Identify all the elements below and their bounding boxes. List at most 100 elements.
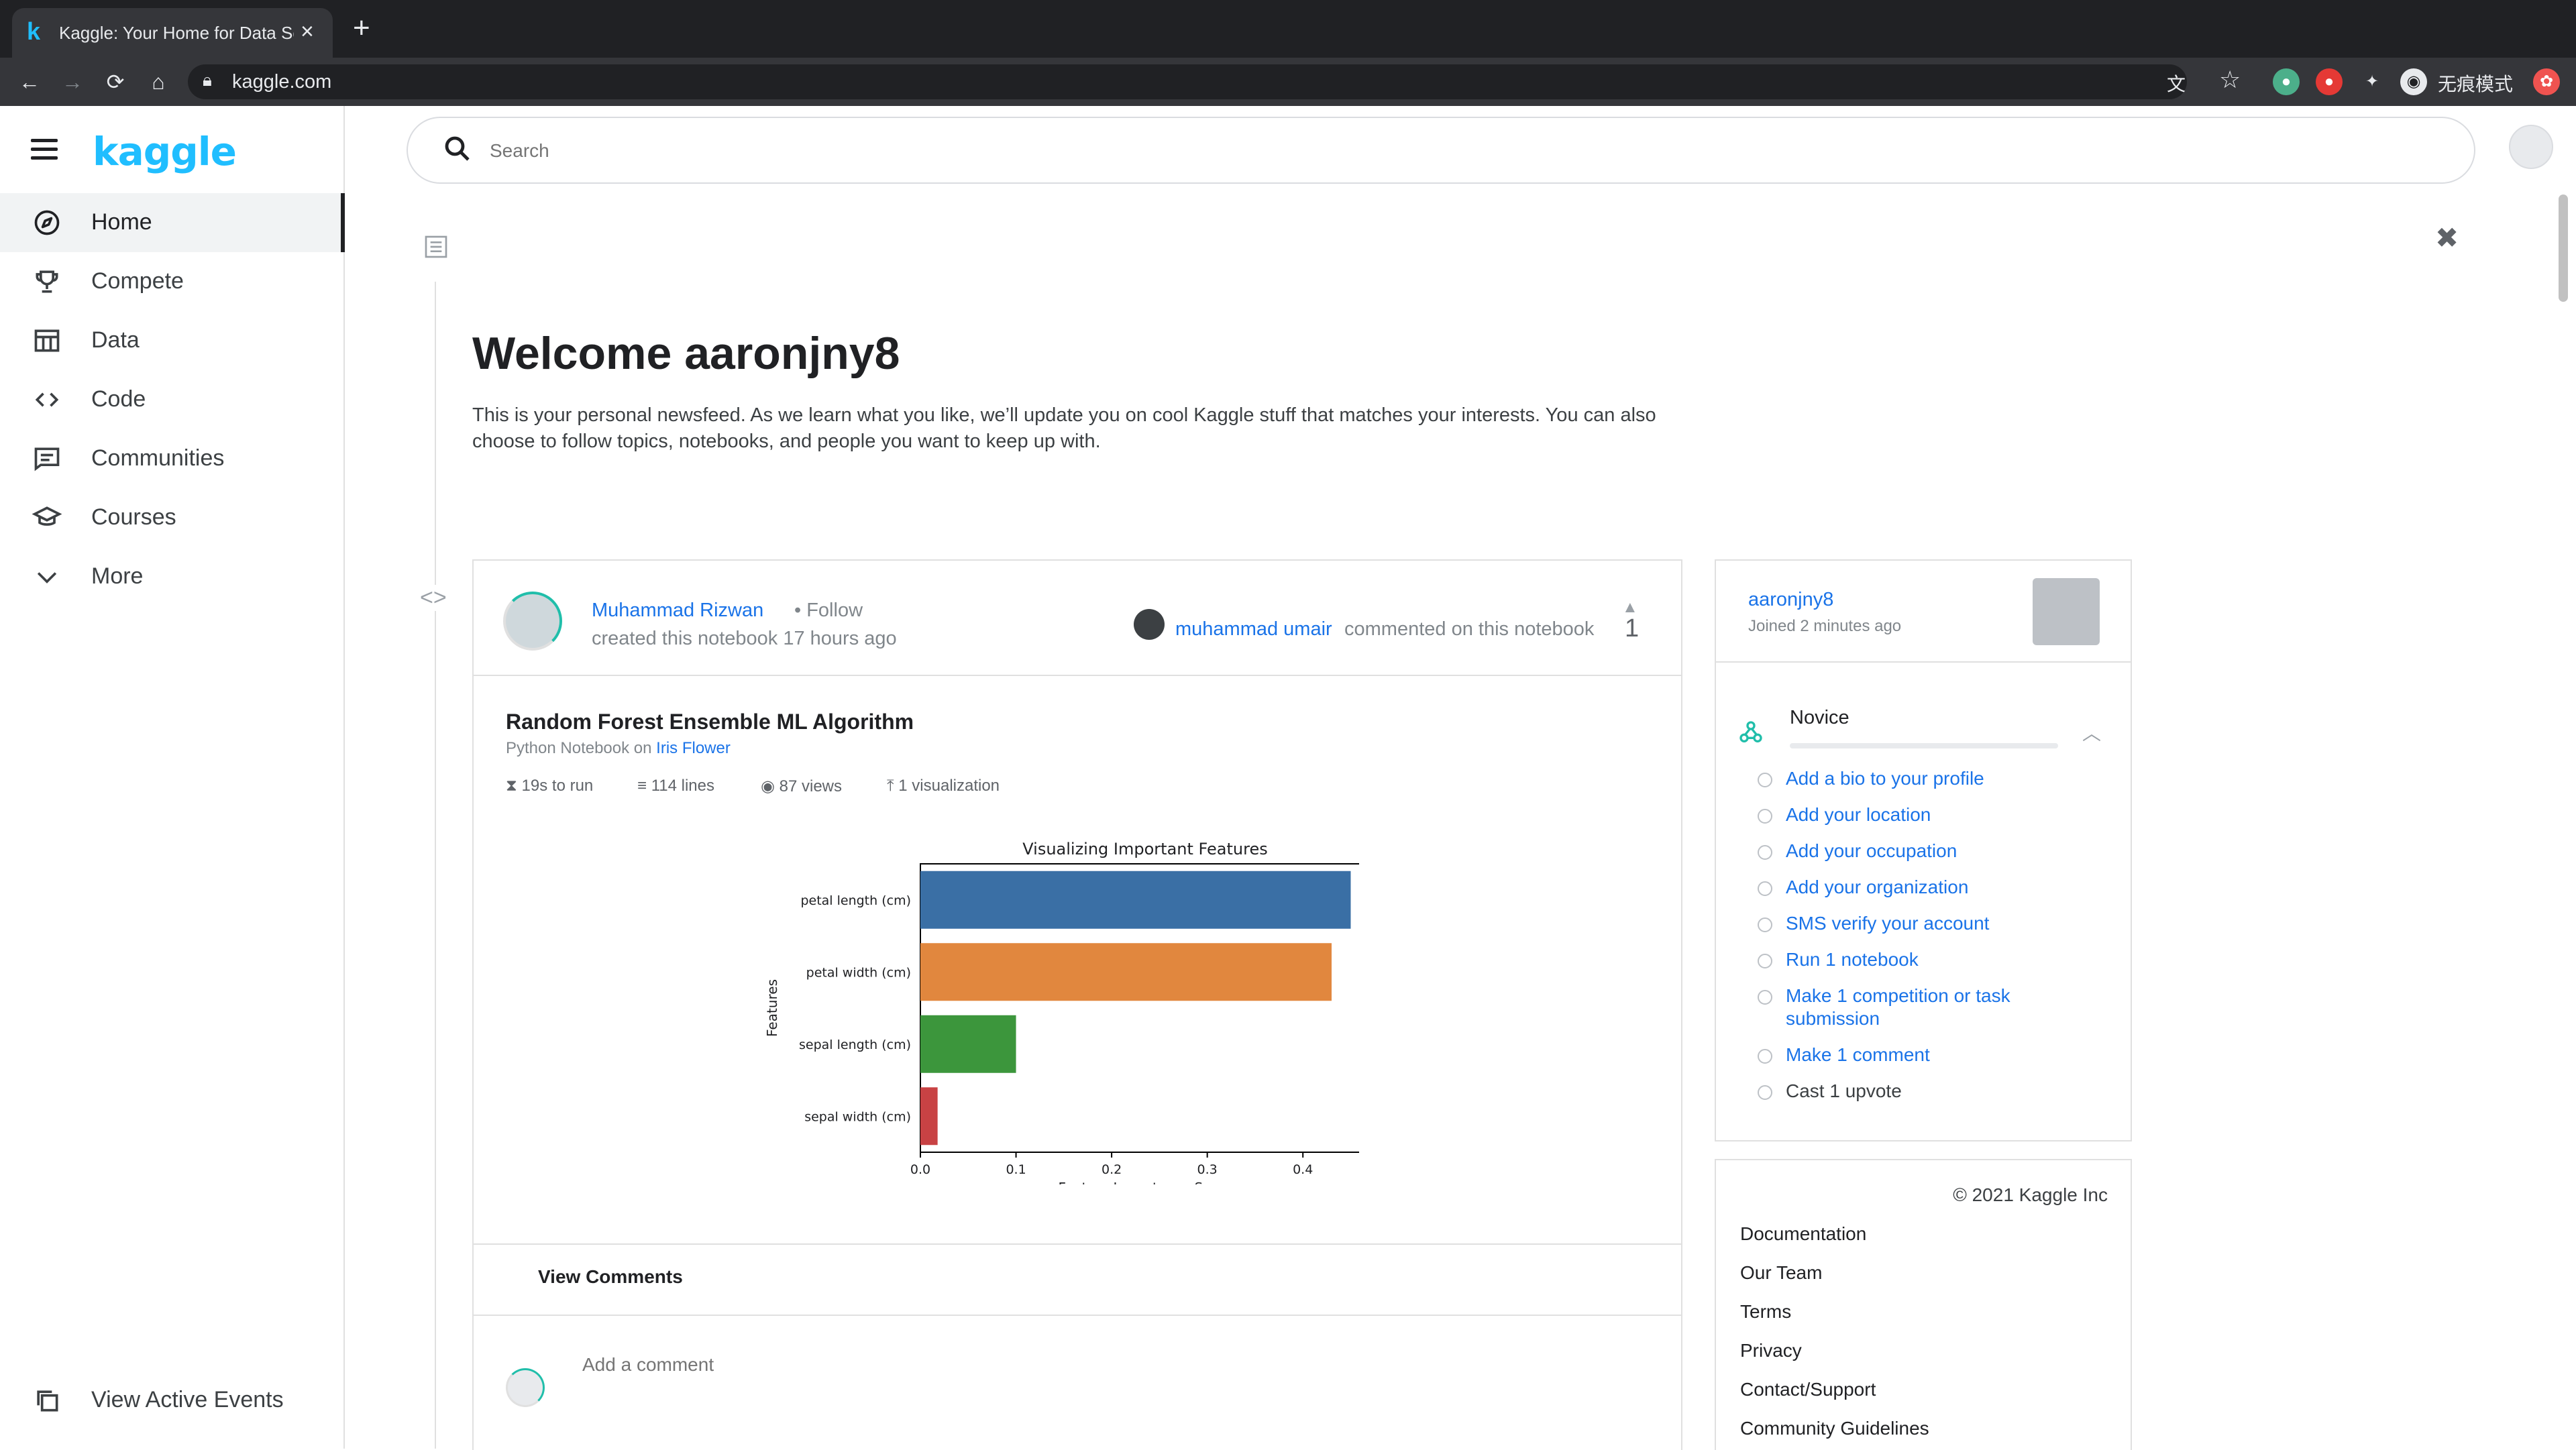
extension-icon[interactable]: ●: [2273, 68, 2300, 95]
chart-title: Visualizing Important Features: [1022, 840, 1267, 858]
home-icon[interactable]: ⌂: [141, 58, 176, 106]
feed-timeline: [435, 282, 436, 1449]
footer-link-guidelines[interactable]: Community Guidelines: [1740, 1418, 1929, 1439]
novice-tier-icon: [1739, 721, 1762, 742]
task-label: SMS verify your account: [1786, 913, 1990, 934]
upload-icon: ⤒: [887, 777, 894, 795]
sidebar: kaggle Home Compete Data Code Communitie…: [0, 106, 345, 1449]
puzzle-icon[interactable]: ✦: [2359, 68, 2385, 95]
chart-tick-label: 0.3: [1197, 1162, 1218, 1177]
task-status-circle-icon: [1758, 917, 1772, 932]
task-status-circle-icon: [1758, 1049, 1772, 1064]
profile-task-item[interactable]: Make 1 competition or task submission: [1758, 985, 2094, 1030]
feature-importance-chart[interactable]: petal length (cm) petal width (cm) sepal l…: [755, 829, 1359, 1184]
notebook-subtitle: Python Notebook on Iris Flower: [506, 739, 731, 758]
sidebar-item-courses[interactable]: Courses: [0, 488, 343, 547]
table-icon: [34, 329, 60, 352]
visualizations-label: 1 visualization: [898, 777, 1000, 795]
lock-icon: 🔒︎: [203, 70, 212, 90]
profile-progress-card: aaronjny8 Joined 2 minutes ago Novice ︿ …: [1715, 559, 2132, 1141]
forward-icon[interactable]: →: [55, 58, 90, 106]
commented-text: commented on this notebook: [1344, 618, 1595, 640]
sidebar-item-label: Communities: [91, 445, 225, 471]
commenter-avatar[interactable]: [1134, 609, 1165, 640]
footer-link-terms[interactable]: Terms: [1740, 1301, 1791, 1323]
profile-task-item[interactable]: Add your location: [1758, 803, 2094, 826]
sidebar-item-communities[interactable]: Communities: [0, 429, 343, 488]
task-status-circle-icon: [1758, 809, 1772, 824]
chart-bar: [920, 871, 1351, 929]
code-icon: <>: [420, 585, 447, 611]
translate-icon[interactable]: 文: [2167, 70, 2186, 97]
incognito-icon[interactable]: ◉: [2400, 68, 2427, 95]
search-input[interactable]: [488, 133, 2369, 169]
view-active-events-label: View Active Events: [91, 1387, 284, 1412]
chart-tick-label: 0.4: [1293, 1162, 1313, 1177]
sidebar-item-label: Compete: [91, 268, 184, 294]
footer-link-contact[interactable]: Contact/Support: [1740, 1379, 1876, 1400]
new-tab-icon[interactable]: +: [353, 13, 370, 43]
sidebar-item-compete[interactable]: Compete: [0, 252, 343, 311]
profile-username-link[interactable]: aaronjny8: [1748, 589, 1833, 611]
profile-avatar[interactable]: [2033, 578, 2100, 645]
notebook-title[interactable]: Random Forest Ensemble ML Algorithm: [506, 710, 914, 734]
profile-menu-icon[interactable]: ✿: [2533, 68, 2560, 95]
view-active-events-button[interactable]: View Active Events: [0, 1371, 343, 1430]
hourglass-icon: ⧗: [506, 777, 517, 795]
footer-link-documentation[interactable]: Documentation: [1740, 1223, 1866, 1245]
footer-link-team[interactable]: Our Team: [1740, 1262, 1822, 1284]
comment-input[interactable]: [581, 1353, 1590, 1376]
divider: [474, 1243, 1681, 1245]
sidebar-item-label: Data: [91, 327, 140, 353]
sidebar-item-data[interactable]: Data: [0, 311, 343, 370]
runtime-label: 19s to run: [521, 777, 594, 795]
tier-progress-bar: [1790, 743, 2058, 748]
sidebar-item-more[interactable]: More: [0, 547, 343, 606]
profile-task-item[interactable]: Make 1 comment: [1758, 1044, 2094, 1066]
profile-task-item[interactable]: Cast 1 upvote: [1758, 1080, 2094, 1103]
list-icon[interactable]: [423, 233, 449, 260]
author-link[interactable]: Muhammad Rizwan: [592, 600, 763, 622]
sidebar-item-home[interactable]: Home: [0, 193, 345, 252]
dataset-link[interactable]: Iris Flower: [656, 739, 731, 757]
kaggle-logo[interactable]: kaggle: [93, 129, 237, 174]
chart-category-label: sepal length (cm): [799, 1038, 911, 1052]
task-label: Add your location: [1786, 804, 1931, 825]
chevron-up-icon[interactable]: ︿: [2082, 719, 2101, 746]
chart-tick-label: 0.2: [1102, 1162, 1122, 1177]
profile-task-item[interactable]: Add your organization: [1758, 876, 2094, 899]
browser-tab[interactable]: k Kaggle: Your Home for Data Science ×: [12, 8, 333, 58]
task-label: Cast 1 upvote: [1786, 1080, 1902, 1101]
task-status-circle-icon: [1758, 773, 1772, 787]
user-avatar[interactable]: [2509, 125, 2553, 169]
tab-close-icon[interactable]: ×: [301, 19, 314, 45]
hamburger-menu-icon[interactable]: [31, 135, 58, 162]
profile-task-item[interactable]: SMS verify your account: [1758, 912, 2094, 935]
back-icon[interactable]: ←: [12, 58, 47, 106]
commenter-link[interactable]: muhammad umair: [1175, 618, 1332, 640]
task-label: Add a bio to your profile: [1786, 768, 1984, 789]
footer-link-privacy[interactable]: Privacy: [1740, 1340, 1802, 1361]
profile-summary: aaronjny8 Joined 2 minutes ago: [1716, 561, 2131, 663]
profile-task-item[interactable]: Run 1 notebook: [1758, 948, 2094, 971]
notebook-kind: Python Notebook on: [506, 739, 652, 757]
chart-category-label: sepal width (cm): [804, 1109, 911, 1124]
bookmark-star-icon[interactable]: ☆: [2219, 66, 2241, 94]
close-icon[interactable]: ✖: [2435, 221, 2459, 254]
profile-task-item[interactable]: Add your occupation: [1758, 840, 2094, 862]
search-bar[interactable]: [407, 117, 2475, 184]
address-bar[interactable]: 🔒︎ kaggle.com 文: [188, 64, 2187, 99]
task-label: Add your organization: [1786, 877, 1969, 897]
chart-tick-label: 0.1: [1006, 1162, 1026, 1177]
chevron-down-icon: [37, 572, 57, 583]
follow-button[interactable]: • Follow: [794, 600, 863, 622]
author-avatar[interactable]: [503, 592, 562, 651]
profile-task-item[interactable]: Add a bio to your profile: [1758, 767, 2094, 790]
page-scrollbar[interactable]: [2559, 194, 2568, 302]
view-comments-button[interactable]: View Comments: [538, 1266, 683, 1288]
reload-icon[interactable]: ⟳: [98, 58, 133, 106]
lines-label: 114 lines: [651, 777, 714, 795]
comments-icon: [34, 447, 60, 471]
extension-icon[interactable]: ●: [2316, 68, 2343, 95]
sidebar-item-code[interactable]: Code: [0, 370, 343, 429]
